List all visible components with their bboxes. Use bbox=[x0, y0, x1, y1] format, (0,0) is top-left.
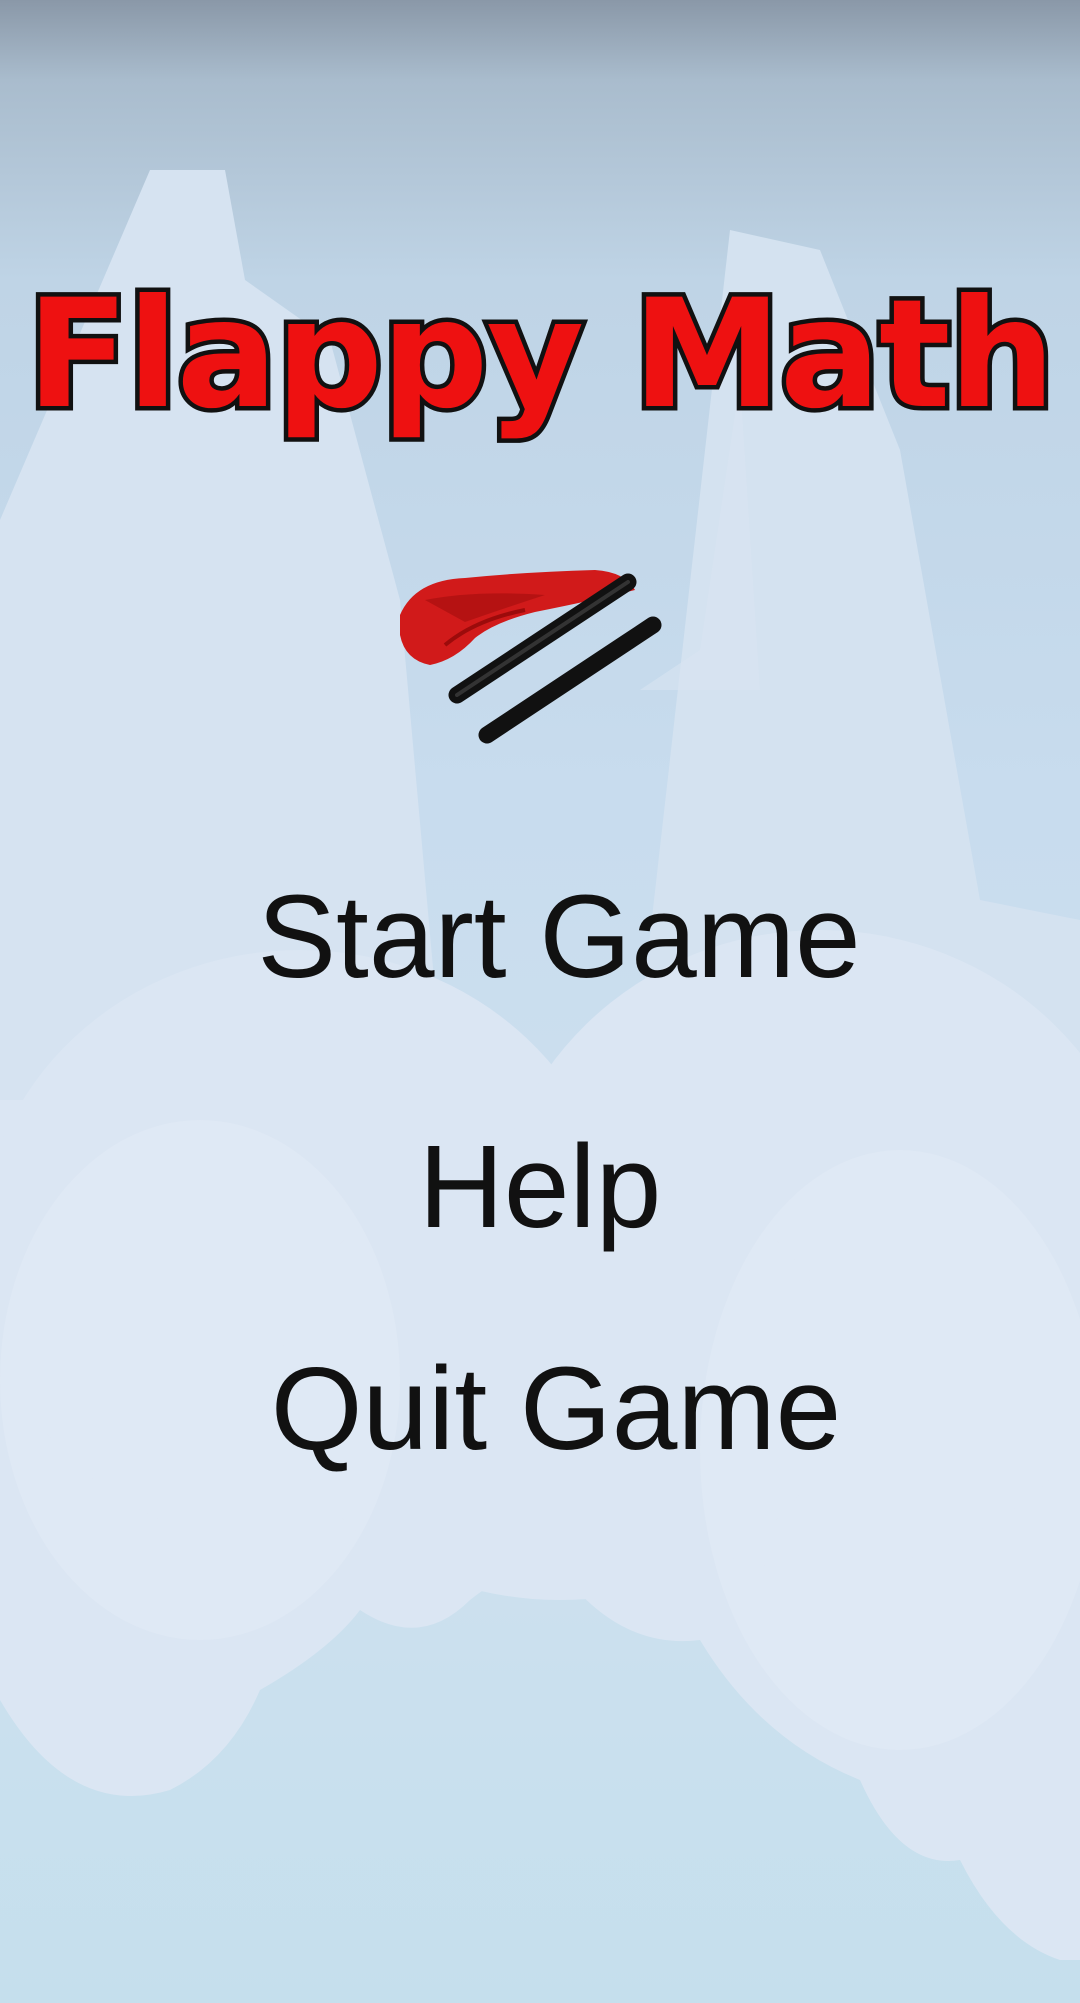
start-game-button[interactable]: Start Game bbox=[19, 878, 1080, 996]
mascot-icon bbox=[400, 570, 662, 744]
quit-game-button[interactable]: Quit Game bbox=[16, 1350, 1080, 1468]
help-button[interactable]: Help bbox=[0, 1128, 1080, 1246]
game-screen: Flappy Math Start Game Help Quit Game bbox=[0, 0, 1080, 2003]
game-title: Flappy Math bbox=[22, 268, 1060, 442]
